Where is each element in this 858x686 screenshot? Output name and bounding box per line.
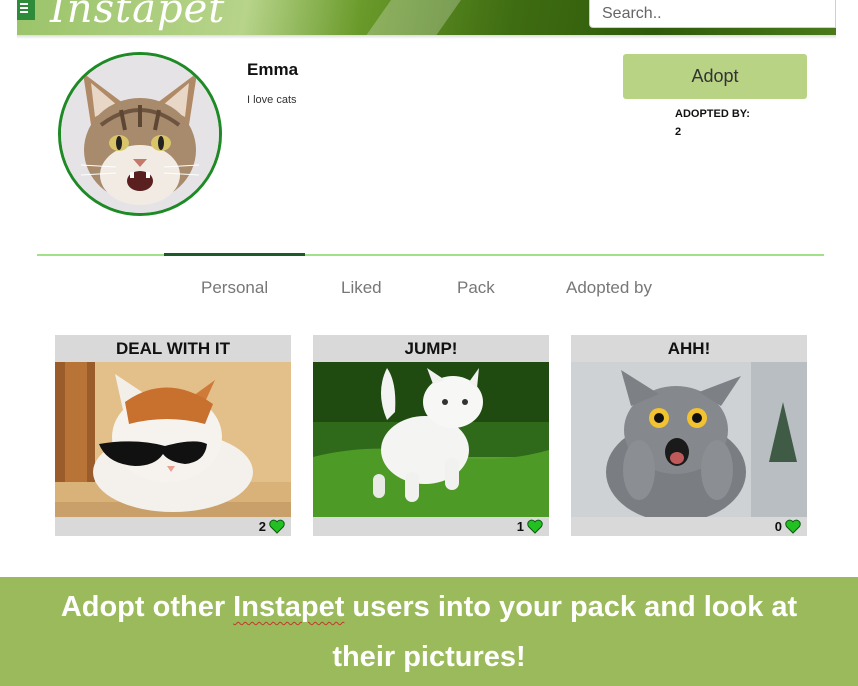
like-count: 1 (516, 519, 524, 534)
banner-brand: Instapet (233, 591, 345, 623)
search-input[interactable] (590, 0, 835, 27)
heart-icon[interactable] (785, 519, 801, 534)
profile-bio: I love cats (247, 94, 297, 106)
tab-personal[interactable]: Personal (201, 278, 268, 298)
active-tab-indicator (164, 253, 305, 256)
header-shadow (17, 35, 836, 39)
banner-line-2: their pictures! (332, 641, 526, 673)
tab-divider (37, 254, 824, 256)
like-count: 2 (258, 519, 266, 534)
adopted-by-label: ADOPTED BY: (675, 108, 750, 120)
search-box[interactable] (589, 0, 836, 28)
app-logo[interactable]: Instapet (50, 0, 225, 32)
post-card[interactable]: DEAL WITH IT 2 (55, 335, 291, 536)
banner-line-1: Adopt other Instapet users into your pac… (0, 582, 858, 632)
post-title: AHH! (667, 339, 711, 358)
post-title: DEAL WITH IT (116, 339, 230, 358)
adopt-button[interactable]: Adopt (623, 54, 807, 99)
post-image[interactable] (571, 362, 807, 517)
post-footer: 1 (313, 517, 549, 536)
post-title: JUMP! (404, 339, 458, 358)
tab-adopted-by[interactable]: Adopted by (566, 278, 652, 298)
tab-pack[interactable]: Pack (457, 278, 495, 298)
adopted-by-count: 2 (675, 126, 682, 138)
heart-icon[interactable] (527, 519, 543, 534)
promo-banner: Adopt other Instapet users into your pac… (0, 577, 858, 686)
post-card[interactable]: JUMP! 1 (313, 335, 549, 536)
avatar (58, 52, 222, 216)
surprised-gray-cat-image (571, 362, 807, 517)
post-card[interactable]: AHH! 0 (571, 335, 807, 536)
tab-liked[interactable]: Liked (341, 278, 382, 298)
post-footer: 0 (571, 517, 807, 536)
heart-icon[interactable] (269, 519, 285, 534)
header-decoration (348, 0, 476, 35)
cat-avatar-image (61, 55, 219, 213)
cat-with-sunglasses-image (55, 362, 291, 517)
post-footer: 2 (55, 517, 291, 536)
post-image[interactable] (55, 362, 291, 517)
banner-text: users into your pack and look at (344, 591, 798, 623)
banner-text: Adopt other (60, 591, 234, 623)
menu-icon[interactable] (17, 0, 35, 20)
post-image[interactable] (313, 362, 549, 517)
profile-name: Emma (247, 60, 299, 79)
white-cat-jumping-image (313, 362, 549, 517)
like-count: 0 (774, 519, 782, 534)
